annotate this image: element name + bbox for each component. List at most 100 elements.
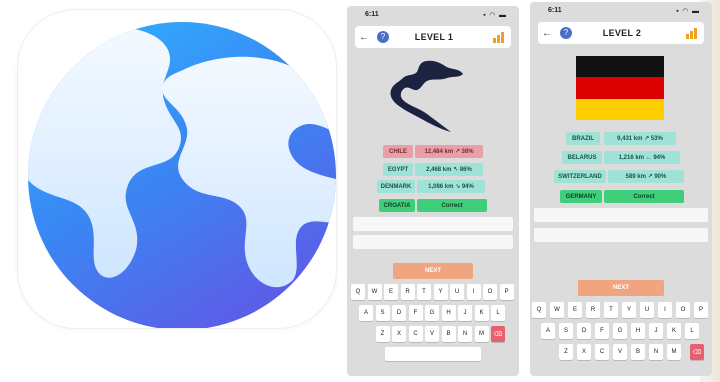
key[interactable]: R <box>400 284 415 300</box>
guess-country-chip: GERMANY <box>560 190 602 203</box>
key[interactable]: N <box>649 344 663 360</box>
key[interactable]: E <box>568 302 582 318</box>
back-arrow-icon[interactable]: ← <box>538 28 556 39</box>
guess-country-chip: BELARUS <box>562 151 602 164</box>
guess-distance-chip: Correct <box>417 199 487 212</box>
guess-distance-chip: Correct <box>604 190 684 203</box>
key[interactable]: K <box>667 323 681 339</box>
globe-icon <box>28 22 336 328</box>
key[interactable]: L <box>685 323 699 339</box>
key[interactable]: J <box>458 305 472 321</box>
key[interactable]: O <box>483 284 497 300</box>
guess-country-chip: CHILE <box>383 145 413 158</box>
key[interactable]: G <box>425 305 439 321</box>
app-store-screenshots: 6:11 ▪︎ ◠ ▬ ← ? LEVEL 1 CHILE 12,484 km … <box>0 0 720 382</box>
keyboard: Q W E R T Y U I O P A S D F G H J K L Z … <box>530 302 712 376</box>
app-icon <box>18 10 336 328</box>
key[interactable]: P <box>694 302 708 318</box>
key[interactable]: B <box>441 326 456 342</box>
key[interactable]: S <box>559 323 573 339</box>
key[interactable]: D <box>392 305 406 321</box>
key[interactable]: R <box>586 302 600 318</box>
next-button[interactable]: NEXT <box>578 280 664 296</box>
guess-distance-chip: 2,468 km ↖ 86% <box>415 163 483 176</box>
status-bar: 6:11 ▪︎ ◠ ▬ <box>530 2 712 20</box>
key[interactable]: A <box>359 305 373 321</box>
key[interactable]: I <box>466 284 481 300</box>
empty-guess-slot <box>353 217 513 231</box>
back-arrow-icon[interactable]: ← <box>355 32 373 43</box>
key[interactable]: N <box>458 326 472 342</box>
key[interactable]: D <box>577 323 591 339</box>
screen-level-1: 6:11 ▪︎ ◠ ▬ ← ? LEVEL 1 CHILE 12,484 km … <box>347 6 519 376</box>
space-bar[interactable] <box>385 347 481 361</box>
help-icon[interactable]: ? <box>560 27 572 39</box>
key[interactable]: H <box>631 323 645 339</box>
key[interactable]: C <box>408 326 423 342</box>
key[interactable]: E <box>384 284 398 300</box>
stats-icon[interactable] <box>686 27 698 39</box>
key[interactable]: Y <box>433 284 448 300</box>
delete-icon[interactable]: ⌫ <box>491 326 505 342</box>
stats-icon[interactable] <box>493 31 505 43</box>
key[interactable]: T <box>417 284 431 300</box>
key[interactable]: U <box>640 302 654 318</box>
key[interactable]: U <box>450 284 464 300</box>
guess-country-chip: CROATIA <box>379 199 415 212</box>
header-bar: ← ? LEVEL 1 <box>355 26 511 48</box>
guess-country-chip: SWITZERLAND <box>554 170 606 183</box>
signal-battery-icon: ▪︎ ◠ ▬ <box>483 12 507 19</box>
key[interactable]: Z <box>559 344 573 360</box>
key[interactable]: V <box>613 344 627 360</box>
key[interactable]: W <box>367 284 382 300</box>
empty-guess-slot <box>534 208 708 222</box>
key[interactable]: L <box>491 305 505 321</box>
level-title: LEVEL 1 <box>414 32 454 42</box>
guess-distance-chip: 9,431 km ↗ 53% <box>604 132 676 145</box>
header-bar: ← ? LEVEL 2 <box>538 22 704 44</box>
key[interactable]: J <box>649 323 663 339</box>
status-bar: 6:11 ▪︎ ◠ ▬ <box>347 6 519 24</box>
key[interactable]: Y <box>622 302 636 318</box>
key[interactable]: S <box>375 305 390 321</box>
guess-country-chip: EGYPT <box>383 163 413 176</box>
empty-guess-slot <box>534 228 708 242</box>
country-silhouette-croatia <box>390 60 463 132</box>
key[interactable]: O <box>676 302 690 318</box>
key[interactable]: Z <box>375 326 390 342</box>
key[interactable]: K <box>474 305 489 321</box>
key[interactable]: P <box>499 284 514 300</box>
level-title: LEVEL 2 <box>602 28 642 38</box>
key[interactable]: V <box>425 326 439 342</box>
key[interactable]: B <box>631 344 645 360</box>
key[interactable]: H <box>441 305 456 321</box>
keyboard: Q W E R T Y U I O P A S D F G H J K L Z … <box>347 284 519 376</box>
key[interactable]: I <box>658 302 672 318</box>
key[interactable]: M <box>667 344 681 360</box>
screen-level-2: 6:11 ▪︎ ◠ ▬ ← ? LEVEL 2 BRAZIL 9,431 km … <box>530 2 712 376</box>
empty-guess-slot <box>353 235 513 249</box>
signal-battery-icon: ▪︎ ◠ ▬ <box>676 8 700 15</box>
key[interactable]: G <box>613 323 627 339</box>
key[interactable]: T <box>604 302 618 318</box>
key[interactable]: M <box>474 326 489 342</box>
key[interactable]: Q <box>351 284 365 300</box>
key[interactable]: F <box>595 323 609 339</box>
delete-icon[interactable]: ⌫ <box>690 344 704 360</box>
guess-distance-chip: 12,484 km ↗ 38% <box>415 145 483 158</box>
status-time: 6:11 <box>548 7 562 14</box>
guess-country-chip: BRAZIL <box>566 132 600 145</box>
guess-distance-chip: 589 km ↗ 90% <box>608 170 684 183</box>
guess-country-chip: DENMARK <box>377 180 415 193</box>
guess-distance-chip: 1,216 km ← 94% <box>604 151 680 164</box>
key[interactable]: X <box>392 326 406 342</box>
key[interactable]: W <box>550 302 564 318</box>
next-button[interactable]: NEXT <box>393 263 473 279</box>
key[interactable]: A <box>541 323 555 339</box>
key[interactable]: F <box>408 305 423 321</box>
help-icon[interactable]: ? <box>377 31 389 43</box>
guess-distance-chip: 1,086 km ↘ 94% <box>417 180 485 193</box>
key[interactable]: Q <box>532 302 546 318</box>
key[interactable]: C <box>595 344 609 360</box>
key[interactable]: X <box>577 344 591 360</box>
